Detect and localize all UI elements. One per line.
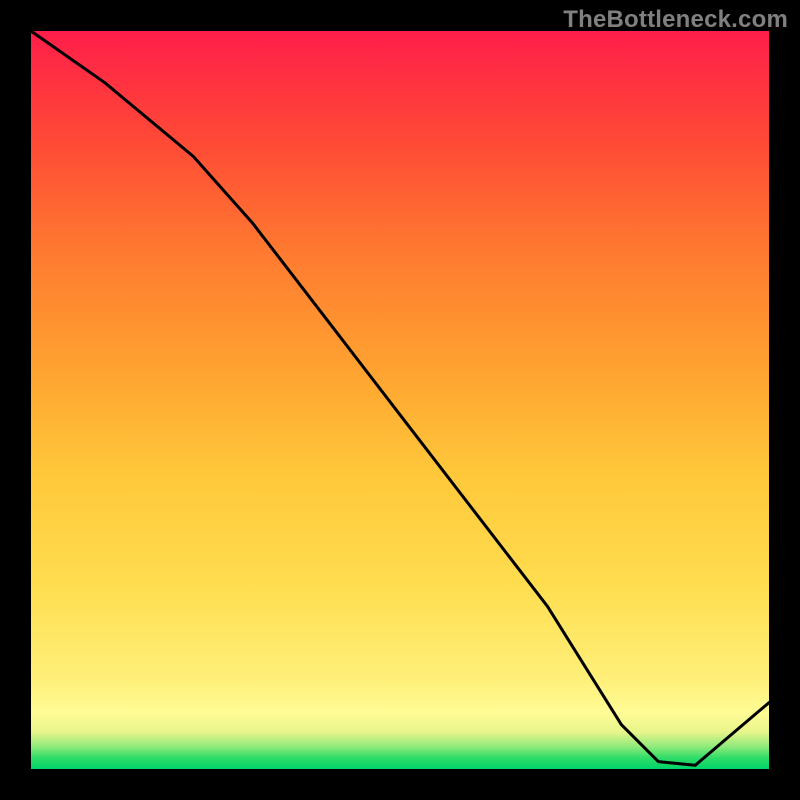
watermark-text: TheBottleneck.com	[563, 6, 788, 34]
chart-curve	[31, 31, 769, 769]
plot-area	[31, 31, 769, 769]
chart-frame: TheBottleneck.com	[0, 0, 800, 800]
